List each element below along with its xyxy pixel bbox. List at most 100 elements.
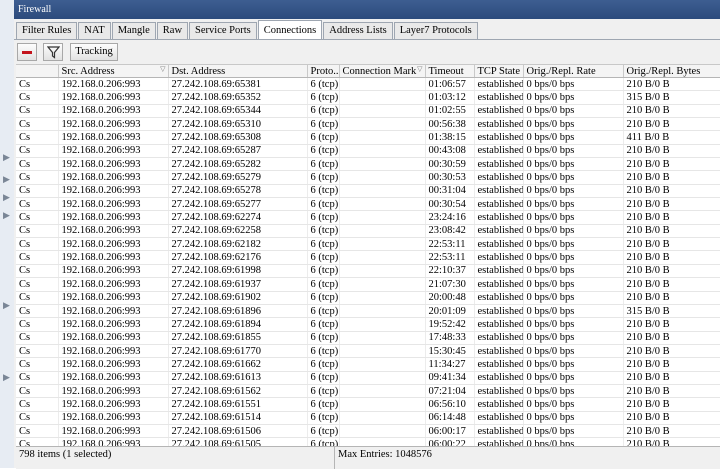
table-row[interactable]: Cs 192.168.0.206:993 27.242.108.69:65278 6 …: [16, 184, 720, 199]
table-row[interactable]: Cs 192.168.0.206:993 27.242.108.69:61855 6 …: [16, 331, 720, 345]
tab-connections[interactable]: Connections: [257, 20, 323, 40]
table-row[interactable]: Cs 192.168.0.206:993 27.242.108.69:62176 6 …: [16, 250, 720, 265]
table-row[interactable]: Cs 192.168.0.206:993 27.242.108.69:61662 6 …: [16, 357, 720, 372]
table-cell: 6 (tcp): [307, 277, 340, 292]
table-cell: 27.242.108.69:61551: [168, 397, 308, 412]
table-cell: 192.168.0.206:993: [58, 344, 169, 359]
table-row[interactable]: Cs 192.168.0.206:993 27.242.108.69:62182 6 …: [16, 237, 720, 252]
table-cell: 192.168.0.206:993: [58, 197, 169, 212]
table-row[interactable]: Cs 192.168.0.206:993 27.242.108.69:65287 6 …: [16, 144, 720, 159]
column-header[interactable]: Proto...: [307, 65, 340, 78]
table-cell: 6 (tcp): [307, 157, 340, 172]
connections-table[interactable]: Src. Address ▽ Dst. Address Proto... Connect…: [16, 64, 720, 447]
table-row[interactable]: Cs 192.168.0.206:993 27.242.108.69:61770 6 …: [16, 344, 720, 359]
table-row[interactable]: Cs 192.168.0.206:993 27.242.108.69:62258 6 …: [16, 224, 720, 239]
table-cell: established: [474, 117, 524, 132]
table-cell: 0 bps/0 bps: [523, 104, 624, 119]
column-header[interactable]: TCP State: [474, 65, 524, 78]
table-row[interactable]: Cs 192.168.0.206:993 27.242.108.69:61937 6 …: [16, 277, 720, 292]
max-entries: Max Entries: 1048576: [338, 449, 432, 460]
table-cell: Cs: [16, 117, 59, 132]
column-header[interactable]: Dst. Address: [168, 65, 308, 78]
column-header[interactable]: Orig./Repl. Rate: [523, 65, 624, 78]
minus-icon: [22, 51, 32, 54]
table-row[interactable]: Cs 192.168.0.206:993 27.242.108.69:61514 6 …: [16, 411, 720, 425]
table-cell: [339, 104, 426, 119]
table-row[interactable]: Cs 192.168.0.206:993 27.242.108.69:61998 6 …: [16, 264, 720, 279]
left-strip-arrow-icon: ▶: [3, 174, 10, 184]
table-cell: Cs: [16, 224, 59, 239]
table-row[interactable]: Cs 192.168.0.206:993 27.242.108.69:61896 6 …: [16, 304, 720, 319]
tab-service-ports[interactable]: Service Ports: [189, 22, 257, 39]
table-cell: 27.242.108.69:61896: [168, 304, 308, 319]
table-row[interactable]: Cs 192.168.0.206:993 27.242.108.69:65308 6 …: [16, 130, 720, 145]
table-row[interactable]: Cs 192.168.0.206:993 27.242.108.69:65381 6 …: [16, 77, 720, 92]
table-cell: 192.168.0.206:993: [58, 304, 169, 319]
window-title[interactable]: Firewall: [14, 0, 720, 19]
table-row[interactable]: Cs 192.168.0.206:993 27.242.108.69:65310 6 …: [16, 117, 720, 132]
table-row[interactable]: Cs 192.168.0.206:993 27.242.108.69:61506 6 …: [16, 424, 720, 439]
table-cell: [339, 277, 426, 292]
table-row[interactable]: Cs 192.168.0.206:993 27.242.108.69:61902 6 …: [16, 291, 720, 305]
table-cell: 0 bps/0 bps: [523, 157, 624, 172]
table-cell: established: [474, 411, 524, 425]
table-cell: 27.242.108.69:65344: [168, 104, 308, 119]
table-cell: 0 bps/0 bps: [523, 371, 624, 385]
table-cell: [339, 90, 426, 105]
table-cell: Cs: [16, 331, 59, 345]
tab-layer7-protocols[interactable]: Layer7 Protocols: [393, 22, 478, 39]
table-cell: Cs: [16, 411, 59, 425]
table-row[interactable]: Cs 192.168.0.206:993 27.242.108.69:65277 6 …: [16, 197, 720, 212]
table-cell: 192.168.0.206:993: [58, 210, 169, 225]
table-cell: 0 bps/0 bps: [523, 197, 624, 212]
item-count: 798 items (1 selected): [19, 449, 112, 460]
table-cell: established: [474, 250, 524, 265]
column-header[interactable]: Src. Address ▽: [58, 65, 169, 78]
table-cell: Cs: [16, 237, 59, 252]
column-header[interactable]: Orig./Repl. Bytes: [623, 65, 720, 78]
table-cell: 192.168.0.206:993: [58, 237, 169, 252]
column-header[interactable]: [16, 65, 59, 78]
tab-raw[interactable]: Raw: [156, 22, 189, 39]
table-row[interactable]: Cs 192.168.0.206:993 27.242.108.69:61562 6 …: [16, 384, 720, 399]
table-row[interactable]: Cs 192.168.0.206:993 27.242.108.69:65282 6 …: [16, 157, 720, 172]
table-cell: Cs: [16, 317, 59, 332]
tracking-button[interactable]: Tracking: [70, 43, 118, 61]
table-cell: 210 B/0 B: [623, 104, 720, 119]
table-cell: Cs: [16, 184, 59, 199]
table-cell: 11:34:27: [425, 357, 475, 372]
table-cell: [339, 130, 426, 145]
table-cell: 192.168.0.206:993: [58, 90, 169, 105]
table-row[interactable]: Cs 192.168.0.206:993 27.242.108.69:62274 6 …: [16, 210, 720, 225]
column-header[interactable]: Connection Mark ▽: [339, 65, 426, 78]
table-cell: 01:06:57: [425, 77, 475, 92]
table-row[interactable]: Cs 192.168.0.206:993 27.242.108.69:61613 6 …: [16, 371, 720, 385]
table-cell: 27.242.108.69:61937: [168, 277, 308, 292]
table-cell: 192.168.0.206:993: [58, 424, 169, 439]
table-row[interactable]: Cs 192.168.0.206:993 27.242.108.69:65344 6 …: [16, 104, 720, 119]
table-cell: 0 bps/0 bps: [523, 384, 624, 399]
table-cell: 210 B/0 B: [623, 157, 720, 172]
remove-button[interactable]: [17, 43, 37, 61]
tab-address-lists[interactable]: Address Lists: [323, 22, 393, 39]
table-row[interactable]: Cs 192.168.0.206:993 27.242.108.69:61551 6 …: [16, 397, 720, 412]
table-cell: 07:21:04: [425, 384, 475, 399]
filter-button[interactable]: [43, 43, 63, 61]
table-cell: 210 B/0 B: [623, 117, 720, 132]
tab-mangle[interactable]: Mangle: [111, 22, 156, 39]
table-row[interactable]: Cs 192.168.0.206:993 27.242.108.69:65279 6 …: [16, 170, 720, 185]
tab-nat[interactable]: NAT: [78, 22, 111, 39]
table-cell: 27.242.108.69:61662: [168, 357, 308, 372]
table-cell: Cs: [16, 77, 59, 92]
table-row[interactable]: Cs 192.168.0.206:993 27.242.108.69:61894 6 …: [16, 317, 720, 332]
table-cell: 27.242.108.69:61770: [168, 344, 308, 359]
table-cell: Cs: [16, 250, 59, 265]
table-cell: established: [474, 291, 524, 305]
column-header-label: Timeout: [428, 65, 464, 77]
table-cell: 6 (tcp): [307, 291, 340, 305]
column-header[interactable]: Timeout: [425, 65, 475, 78]
table-cell: 20:00:48: [425, 291, 475, 305]
table-row[interactable]: Cs 192.168.0.206:993 27.242.108.69:65352 6 …: [16, 90, 720, 105]
table-cell: Cs: [16, 264, 59, 279]
tab-filter-rules[interactable]: Filter Rules: [16, 22, 78, 39]
